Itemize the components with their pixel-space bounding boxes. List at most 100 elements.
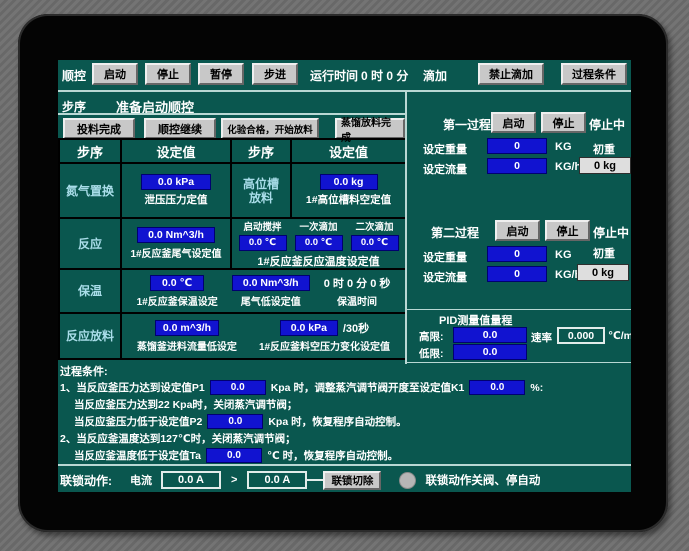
process1-status: 停止中 bbox=[589, 118, 626, 132]
condition-line-5: 当反应釜温度低于设定值Ta 0.0 ℃ 时，恢复程序自动控制。 bbox=[60, 447, 630, 464]
connector-line bbox=[307, 479, 324, 481]
second-drip-temp-field[interactable]: 0.0 ℃ bbox=[350, 234, 399, 251]
current-value-display: 0.0 A bbox=[161, 471, 221, 489]
step-reaction-discharge: 反应放料 bbox=[65, 329, 114, 343]
forbid-drip-button[interactable]: 禁止滴加 bbox=[478, 63, 544, 85]
pid-low-field[interactable]: 0.0 bbox=[453, 344, 527, 360]
process-condition-button[interactable]: 过程条件 bbox=[561, 63, 627, 85]
process2-title: 第二过程 bbox=[431, 226, 480, 240]
condition-line-4: 2、当反应釜温度达到127℃时，关闭蒸汽调节阀； bbox=[60, 433, 296, 445]
condition3-text-a: 当反应釜压力低于设定值P2 bbox=[74, 416, 203, 428]
process2-initial-label: 初重 bbox=[593, 248, 615, 260]
col-header-setvalue2: 设定值 bbox=[292, 140, 407, 164]
process1-flow-unit: KG/h bbox=[555, 161, 582, 173]
start-button[interactable]: 启动 bbox=[92, 63, 138, 85]
col-header-step: 步序 bbox=[60, 140, 122, 164]
second-drip-label: 二次滴加 bbox=[355, 221, 394, 233]
process2-flow-label: 设定流量 bbox=[423, 272, 467, 284]
conditions-title: 过程条件: bbox=[60, 365, 108, 378]
process2-stop-button[interactable]: 停止 bbox=[545, 220, 590, 241]
distill-discharge-complete-button[interactable]: 蒸馏放料完成 bbox=[335, 118, 405, 144]
condition1-text-a: 1、当反应釜压力达到设定值P1 bbox=[60, 382, 205, 394]
process2-weight-label: 设定重量 bbox=[423, 252, 467, 264]
feed-complete-button[interactable]: 投料完成 bbox=[63, 118, 135, 139]
process2-start-button[interactable]: 启动 bbox=[495, 220, 540, 241]
current-label: 电流 bbox=[130, 475, 152, 487]
condition-line-2: 当反应釜压力达到22 Kpa时，关闭蒸汽调节阀； bbox=[74, 399, 298, 411]
process2-status: 停止中 bbox=[593, 226, 630, 240]
stir-start-label: 启动搅拌 bbox=[243, 221, 282, 233]
condition5-text-a: 当反应釜温度低于设定值Ta bbox=[74, 450, 201, 462]
preserve-time-value: 0 时 0 分 0 秒 bbox=[323, 277, 391, 290]
process-panel: 第一过程 启动 停止 停止中 设定重量 0 KG 初重 设定流量 0 KG/h … bbox=[405, 90, 631, 364]
current-limit-display: 0.0 A bbox=[247, 471, 308, 489]
process1-weight-unit: KG bbox=[555, 141, 572, 153]
sequence-table: 步序 设定值 步序 设定值 氮气置换 0.0 kPa 泄压压力定值 高位槽放料 … bbox=[58, 138, 407, 360]
step-heat-preserve: 保温 bbox=[77, 284, 102, 298]
process1-flow-field[interactable]: 0 bbox=[487, 158, 547, 174]
runtime-label: 运行时间 bbox=[310, 69, 359, 83]
process2-initial-weight-display: 0 kg bbox=[577, 264, 629, 281]
k1-setpoint-field[interactable]: 0.0 bbox=[469, 380, 526, 395]
process2-flow-field[interactable]: 0 bbox=[487, 266, 547, 282]
condition1-text-c: %: bbox=[530, 381, 544, 394]
process1-initial-weight-display: 0 kg bbox=[579, 157, 631, 174]
head-tank-empty-setpoint-field[interactable]: 0.0 kg bbox=[319, 174, 378, 190]
interlock-status-text: 联锁动作关阀、停自动 bbox=[425, 475, 541, 487]
first-drip-label: 一次滴加 bbox=[299, 221, 338, 233]
condition5-text-b: ℃ 时，恢复程序自动控制。 bbox=[266, 450, 399, 462]
pid-high-label: 高限: bbox=[419, 331, 444, 343]
p2-setpoint-field[interactable]: 0.0 bbox=[207, 414, 264, 429]
interlock-cutoff-button[interactable]: 联锁切除 bbox=[323, 470, 382, 490]
pause-button[interactable]: 暂停 bbox=[198, 63, 244, 85]
reaction-temp-setpoint-label: 1#反应釜反应温度设定值 bbox=[257, 255, 380, 268]
condition3-text-b: Kpa 时，恢复程序自动控制。 bbox=[268, 416, 407, 428]
process1-weight-label: 设定重量 bbox=[423, 144, 467, 156]
head-tank-empty-label: 1#高位槽料空定值 bbox=[305, 194, 392, 206]
greater-than-sign: > bbox=[231, 474, 238, 486]
drip-label: 滴加 bbox=[423, 69, 448, 83]
relief-pressure-label: 泄压压力定值 bbox=[144, 194, 208, 206]
preserve-temp-label: 1#反应釜保温设定 bbox=[136, 296, 218, 308]
preserve-time-label: 保温时间 bbox=[337, 296, 378, 308]
step-head-tank-discharge: 高位槽放料 bbox=[242, 176, 279, 205]
tail-gas-low-label: 尾气低设定值 bbox=[240, 296, 301, 308]
col-header-setvalue: 设定值 bbox=[122, 140, 232, 164]
pid-title: PID测量值量程 bbox=[439, 315, 513, 327]
process1-stop-button[interactable]: 停止 bbox=[541, 112, 586, 133]
sequence-continue-button[interactable]: 顺控继续 bbox=[144, 118, 216, 139]
condition-line-1: 1、当反应釜压力达到设定值P1 0.0 Kpa 时，调整蒸汽调节阀开度至设定值K… bbox=[60, 379, 630, 396]
pid-rate-display: 0.000 bbox=[557, 327, 605, 344]
p1-setpoint-field[interactable]: 0.0 bbox=[209, 380, 266, 395]
interlock-bar: 联锁动作: 电流 0.0 A > 0.0 A 联锁切除 联锁动作关阀、停自动 bbox=[60, 468, 630, 492]
pid-low-label: 低限: bbox=[419, 348, 444, 360]
stir-start-temp-field[interactable]: 0.0 ℃ bbox=[238, 234, 287, 251]
interlock-label: 联锁动作: bbox=[60, 473, 112, 488]
bottom-separator bbox=[58, 464, 631, 466]
pid-range-box: PID测量值量程 高限: 0.0 速率 0.000 ℃/m 低限: 0.0 bbox=[407, 309, 631, 363]
interlock-indicator-lamp bbox=[399, 471, 417, 489]
process1-start-button[interactable]: 启动 bbox=[491, 112, 536, 133]
process-conditions: 过程条件: 1、当反应釜压力达到设定值P1 0.0 Kpa 时，调整蒸汽调节阀开… bbox=[60, 362, 630, 464]
test-pass-discharge-button[interactable]: 化验合格，开始放料 bbox=[221, 118, 319, 139]
condition1-text-b: Kpa 时，调整蒸汽调节阀开度至设定值K1 bbox=[270, 382, 465, 394]
runtime-value: 0 时 0 分 bbox=[361, 69, 409, 83]
pid-high-field[interactable]: 0.0 bbox=[453, 327, 527, 343]
monitor-frame: 顺控 启动 停止 暂停 步进 运行时间 0 时 0 分 滴加 禁止滴加 过程条件… bbox=[0, 0, 689, 551]
process1-flow-label: 设定流量 bbox=[423, 164, 467, 176]
ta-setpoint-field[interactable]: 0.0 bbox=[205, 448, 262, 463]
tail-gas-label: 1#反应釜尾气设定值 bbox=[130, 249, 222, 260]
step-button[interactable]: 步进 bbox=[252, 63, 298, 85]
pressure-change-field[interactable]: 0.0 kPa bbox=[279, 319, 338, 336]
tail-gas-setpoint-field[interactable]: 0.0 Nm^3/h bbox=[137, 227, 215, 243]
preserve-temp-field[interactable]: 0.0 ℃ bbox=[150, 274, 205, 291]
condition-line-3: 当反应釜压力低于设定值P2 0.0 Kpa 时，恢复程序自动控制。 bbox=[60, 413, 630, 430]
process1-weight-field[interactable]: 0 bbox=[487, 138, 547, 154]
tail-gas-low-field[interactable]: 0.0 Nm^3/h bbox=[231, 274, 310, 291]
stop-button[interactable]: 停止 bbox=[145, 63, 191, 85]
sequence-control-label: 顺控 bbox=[62, 69, 87, 83]
process2-weight-field[interactable]: 0 bbox=[487, 246, 547, 262]
distill-feed-flow-low-field[interactable]: 0.0 m^3/h bbox=[154, 319, 219, 336]
relief-pressure-setpoint-field[interactable]: 0.0 kPa bbox=[141, 174, 211, 190]
first-drip-temp-field[interactable]: 0.0 ℃ bbox=[294, 234, 343, 251]
